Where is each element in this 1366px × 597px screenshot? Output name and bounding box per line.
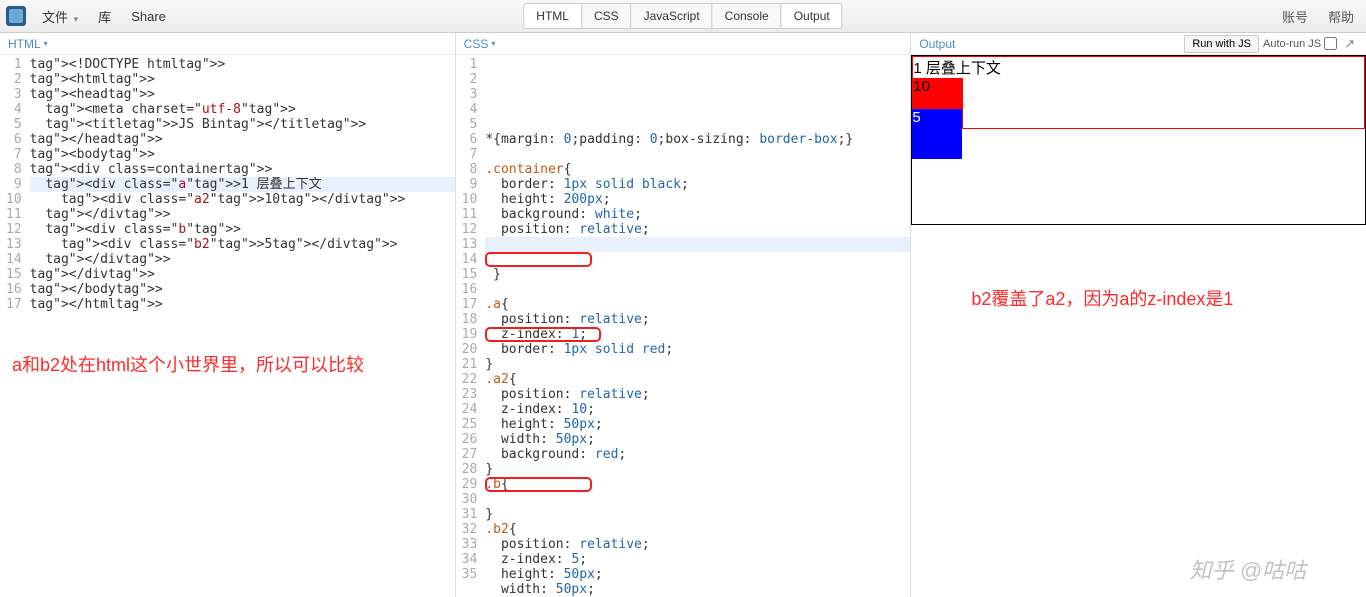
html-editor[interactable]: 1234567891011121314151617 tag"><!DOCTYPE… xyxy=(0,55,455,314)
jsbin-logo-icon xyxy=(6,6,26,26)
menu-library[interactable]: 库 xyxy=(90,4,119,29)
html-pane: HTML ▾ 1234567891011121314151617 tag"><!… xyxy=(0,33,456,597)
annotation-right: b2覆盖了a2，因为a的z-index是1 xyxy=(971,285,1233,311)
output-b2-box: 5 xyxy=(912,109,962,159)
tab-javascript[interactable]: JavaScript xyxy=(631,3,713,29)
css-pane-header[interactable]: CSS ▾ xyxy=(456,33,911,55)
top-toolbar: 文件 ▾ 库 Share HTML CSS JavaScript Console… xyxy=(0,0,1366,33)
watermark: 知乎 @咕咕 xyxy=(1190,553,1306,585)
output-title: Output xyxy=(919,37,955,51)
help-link[interactable]: 帮助 xyxy=(1322,4,1360,29)
tab-console[interactable]: Console xyxy=(712,3,782,29)
tab-html[interactable]: HTML xyxy=(523,3,582,29)
output-body: 1 层叠上下文 10 5 xyxy=(911,55,1366,597)
css-editor[interactable]: 1234567891011121314151617181920212223242… xyxy=(456,55,911,597)
output-pane: Output Run with JS Auto-run JS ↗ 1 层叠上下文… xyxy=(911,33,1366,597)
tab-css[interactable]: CSS xyxy=(581,3,632,29)
tab-output[interactable]: Output xyxy=(781,3,843,29)
panel-tabs: HTML CSS JavaScript Console Output xyxy=(523,3,842,29)
output-pane-header: Output Run with JS Auto-run JS ↗ xyxy=(911,33,1366,55)
auto-run-toggle[interactable]: Auto-run JS xyxy=(1263,37,1337,50)
output-a-text: 1 层叠上下文 xyxy=(913,60,1001,77)
css-pane: CSS ▾ 1234567891011121314151617181920212… xyxy=(456,33,912,597)
account-link[interactable]: 账号 xyxy=(1276,4,1314,29)
menu-share[interactable]: Share xyxy=(123,6,174,27)
annotation-left: a和b2处在html这个小世界里，所以可以比较 xyxy=(12,351,364,377)
html-pane-header[interactable]: HTML ▾ xyxy=(0,33,455,55)
menu-file[interactable]: 文件 ▾ xyxy=(34,4,86,29)
popout-icon[interactable]: ↗ xyxy=(1341,36,1358,52)
main-area: HTML ▾ 1234567891011121314151617 tag"><!… xyxy=(0,33,1366,597)
run-with-js-button[interactable]: Run with JS xyxy=(1184,35,1259,53)
